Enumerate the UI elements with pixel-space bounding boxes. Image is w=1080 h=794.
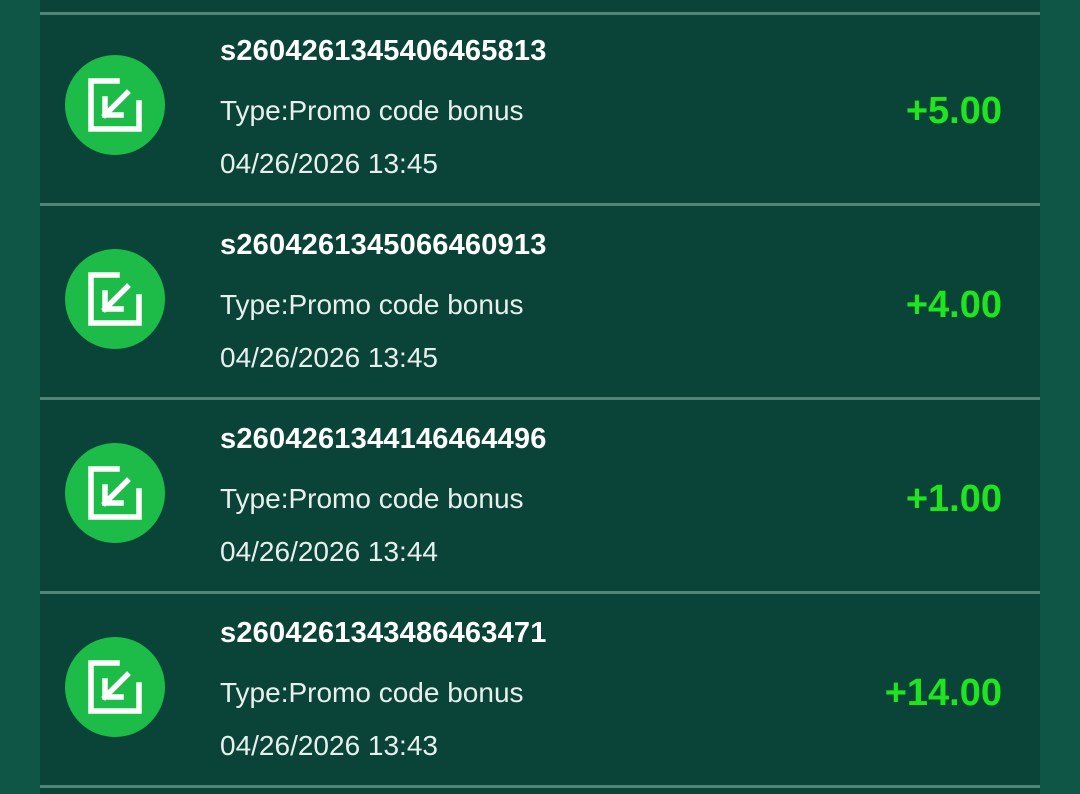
transaction-type: Type:Promo code bonus bbox=[220, 677, 524, 708]
receive-arrow-icon bbox=[65, 249, 165, 349]
order-id: s2604261344146464496 bbox=[220, 423, 547, 455]
transaction-datetime: 04/26/2026 13:44 bbox=[220, 536, 438, 567]
transaction-type: Type:Promo code bonus bbox=[220, 483, 524, 514]
divider bbox=[40, 397, 1040, 400]
transaction-amount: +1.00 bbox=[905, 478, 1002, 520]
transaction-datetime: 04/26/2026 13:45 bbox=[220, 342, 438, 373]
divider bbox=[40, 203, 1040, 206]
transaction-type: Type:Promo code bonus bbox=[220, 289, 524, 320]
order-id: s2604261343486463471 bbox=[220, 617, 547, 649]
transaction-row[interactable]: s2604261344146464496 Type:Promo code bon… bbox=[40, 403, 1040, 594]
receive-arrow-icon bbox=[65, 55, 165, 155]
receive-arrow-icon bbox=[65, 443, 165, 543]
receive-arrow-icon bbox=[65, 637, 165, 737]
transaction-list: s2604261345406465813 Type:Promo code bon… bbox=[40, 0, 1040, 794]
divider bbox=[40, 785, 1040, 788]
transaction-datetime: 04/26/2026 13:43 bbox=[220, 730, 438, 761]
transaction-amount: +4.00 bbox=[905, 284, 1002, 326]
transaction-row[interactable]: s2604261345066460913 Type:Promo code bon… bbox=[40, 209, 1040, 400]
transaction-type: Type:Promo code bonus bbox=[220, 95, 524, 126]
order-id: s2604261345406465813 bbox=[220, 35, 547, 67]
transaction-row[interactable]: s2604261345406465813 Type:Promo code bon… bbox=[40, 15, 1040, 206]
order-id: s2604261345066460913 bbox=[220, 229, 547, 261]
transaction-datetime: 04/26/2026 13:45 bbox=[220, 148, 438, 179]
divider bbox=[40, 591, 1040, 594]
transaction-amount: +14.00 bbox=[884, 672, 1002, 714]
transaction-amount: +5.00 bbox=[905, 90, 1002, 132]
transaction-row[interactable]: s2604261343486463471 Type:Promo code bon… bbox=[40, 597, 1040, 788]
